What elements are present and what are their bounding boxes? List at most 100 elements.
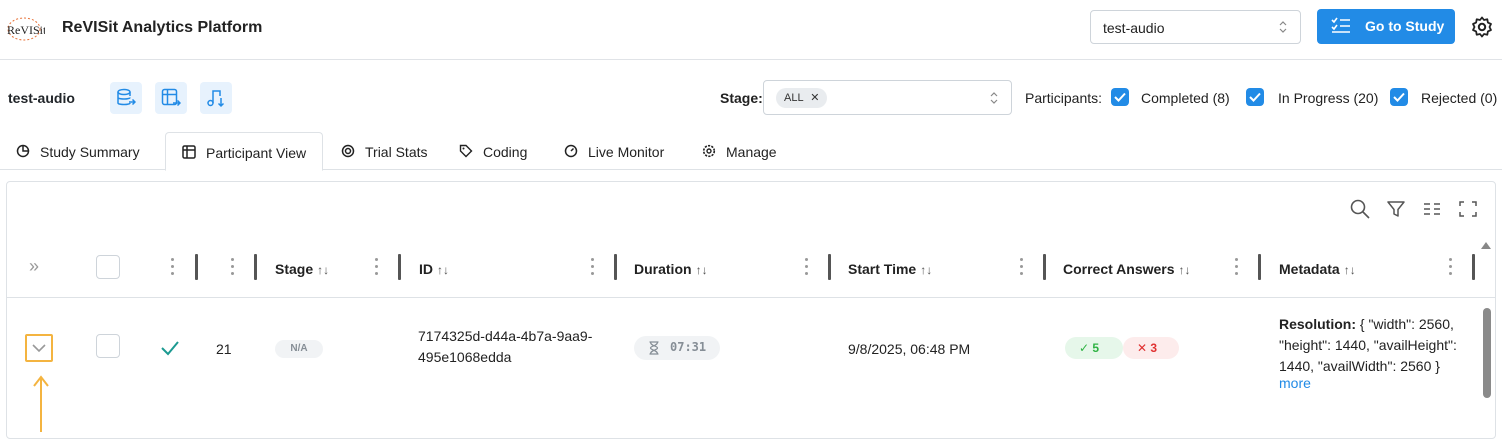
database-export-icon [117, 88, 136, 106]
sort-icon[interactable]: ↑↓ [1344, 263, 1356, 277]
in-progress-checkbox[interactable] [1246, 88, 1264, 106]
column-resize-handle[interactable] [195, 254, 198, 280]
column-resize-handle[interactable] [828, 254, 831, 280]
column-header-metadata[interactable]: Metadata ↑↓ [1279, 261, 1356, 277]
column-header-label: Duration [634, 261, 692, 277]
row-select-checkbox[interactable] [96, 334, 120, 358]
stage-multiselect[interactable]: ALL ✕ [763, 80, 1012, 115]
column-menu-icon[interactable] [374, 258, 378, 276]
column-resize-handle[interactable] [614, 254, 617, 280]
more-link[interactable]: more [1279, 375, 1317, 391]
stage-pill[interactable]: ALL ✕ [776, 88, 828, 108]
tab-label: Live Monitor [588, 144, 665, 160]
participant-id-line2: 495e1068edda [418, 349, 512, 365]
participant-id-line1: 7174325d-d44a-4b7a-9aa9- [418, 328, 593, 344]
columns-icon[interactable] [1421, 198, 1443, 220]
analysis-tabs: Study Summary Participant View Trial Sta… [0, 132, 1502, 171]
scroll-up-arrow-icon[interactable] [1480, 240, 1492, 250]
row-index: 21 [216, 341, 232, 357]
sort-icon[interactable]: ↑↓ [317, 263, 329, 277]
tab-label: Coding [483, 144, 528, 160]
column-resize-handle[interactable] [254, 254, 257, 280]
column-header-id[interactable]: ID ↑↓ [419, 261, 449, 277]
x-icon: ✕ [1137, 341, 1148, 355]
download-table-button[interactable] [155, 82, 187, 114]
gear-icon[interactable] [1470, 15, 1494, 39]
rejected-checkbox[interactable] [1390, 88, 1408, 106]
column-resize-handle[interactable] [1472, 254, 1475, 280]
fullscreen-icon[interactable] [1457, 198, 1479, 220]
column-header-label: Metadata [1279, 261, 1340, 277]
tab-label: Trial Stats [365, 144, 428, 160]
check-icon [1114, 92, 1126, 102]
table-row[interactable]: 21 N/A 7174325d-d44a-4b7a-9aa9- 495e1068… [7, 299, 1495, 438]
column-header-correct-answers[interactable]: Correct Answers ↑↓ [1063, 261, 1191, 277]
column-menu-icon[interactable] [1448, 258, 1452, 276]
rejected-label: Rejected (0) [1421, 90, 1498, 106]
column-header-label: ID [419, 261, 433, 277]
audio-download-icon [207, 90, 225, 108]
go-to-study-button[interactable]: Go to Study [1317, 9, 1455, 44]
tab-participant-view[interactable]: Participant View [165, 132, 323, 171]
expand-row-button[interactable] [25, 334, 53, 362]
logo-text: ReVISit [7, 23, 45, 37]
column-menu-icon[interactable] [590, 258, 594, 276]
column-header-stage[interactable]: Stage ↑↓ [275, 261, 329, 277]
scrollbar-thumb[interactable] [1483, 308, 1491, 398]
column-resize-handle[interactable] [398, 254, 401, 280]
column-header-label: Stage [275, 261, 314, 277]
tab-study-summary[interactable]: Study Summary [0, 132, 160, 170]
correct-answers-badge: ✓ 5 [1065, 337, 1123, 359]
check-icon [1393, 92, 1405, 102]
stage-label: Stage: [720, 90, 763, 106]
sort-icon[interactable]: ↑↓ [437, 263, 449, 277]
study-select[interactable]: test-audio [1090, 10, 1301, 44]
hourglass-icon [649, 341, 659, 355]
tab-label: Study Summary [40, 144, 140, 160]
column-menu-icon[interactable] [804, 258, 808, 276]
chevron-down-icon [32, 344, 46, 353]
column-resize-handle[interactable] [1258, 254, 1261, 280]
sort-icon[interactable]: ↑↓ [696, 263, 708, 277]
app-title: ReVISit Analytics Platform [62, 19, 263, 36]
download-audio-button[interactable] [200, 82, 232, 114]
table-export-icon [161, 88, 181, 107]
in-progress-label: In Progress (20) [1278, 90, 1379, 106]
column-menu-icon[interactable] [1234, 258, 1238, 276]
study-name: test-audio [8, 90, 75, 106]
check-icon [1249, 92, 1261, 102]
app-header: ReVISit ReVISit Analytics Platform test-… [0, 0, 1502, 60]
settings-icon [702, 144, 716, 158]
table-scrollbar[interactable] [1483, 298, 1491, 438]
sort-icon[interactable]: ↑↓ [1179, 263, 1191, 277]
revisit-logo: ReVISit [7, 17, 45, 41]
column-header-start-time[interactable]: Start Time ↑↓ [848, 261, 932, 277]
select-all-checkbox[interactable] [96, 255, 120, 279]
sort-icon[interactable]: ↑↓ [920, 263, 932, 277]
filter-icon[interactable] [1385, 198, 1407, 220]
tab-manage[interactable]: Manage [686, 132, 786, 170]
select-arrows-icon [1279, 21, 1287, 33]
stage-badge: N/A [275, 340, 323, 358]
column-resize-handle[interactable] [1043, 254, 1046, 280]
tab-live-monitor[interactable]: Live Monitor [548, 132, 678, 170]
participants-table: » Stage ↑↓ ID ↑↓ Duration ↑↓ Start Time ↑↓ C… [6, 181, 1496, 439]
duration-value: 07:31 [670, 340, 707, 354]
tab-label: Manage [726, 144, 777, 160]
remove-stage-icon[interactable]: ✕ [810, 92, 819, 104]
study-select-value: test-audio [1103, 20, 1165, 36]
column-menu-icon[interactable] [170, 258, 174, 276]
tab-coding[interactable]: Coding [443, 132, 543, 170]
incorrect-answers-badge: ✕ 3 [1123, 337, 1179, 359]
download-data-button[interactable] [110, 82, 142, 114]
expand-all-button[interactable]: » [29, 256, 39, 277]
tab-trial-stats[interactable]: Trial Stats [325, 132, 440, 170]
search-icon[interactable] [1349, 198, 1371, 220]
column-header-label: Correct Answers [1063, 261, 1175, 277]
completed-checkbox[interactable] [1111, 88, 1129, 106]
column-header-duration[interactable]: Duration ↑↓ [634, 261, 708, 277]
column-menu-icon[interactable] [230, 258, 234, 276]
table-icon [182, 145, 196, 159]
start-time: 9/8/2025, 06:48 PM [848, 341, 971, 357]
column-menu-icon[interactable] [1019, 258, 1023, 276]
